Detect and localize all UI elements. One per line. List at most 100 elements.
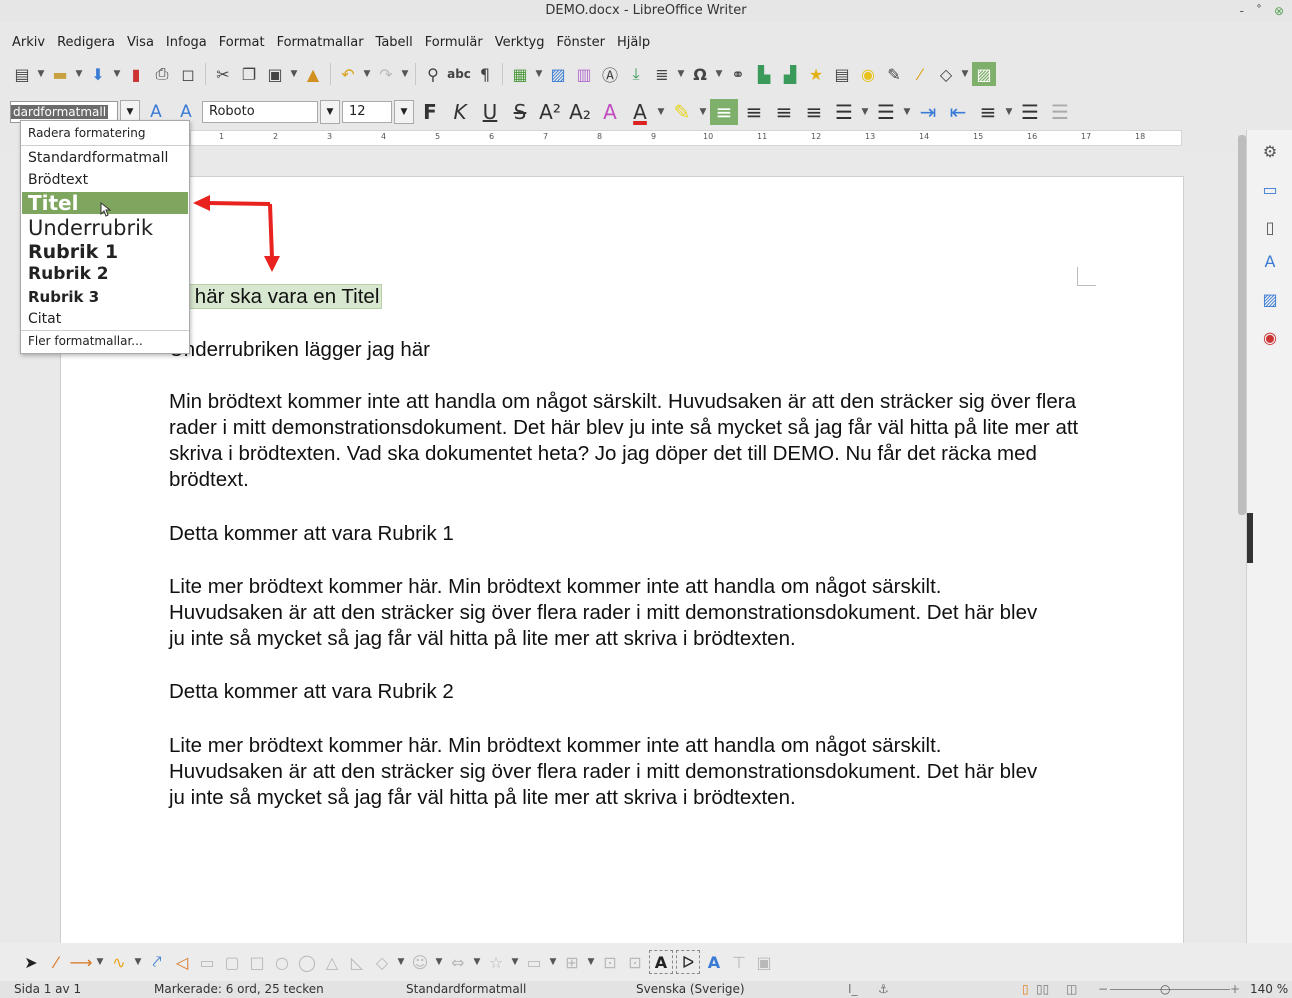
- maximize-button[interactable]: ˚: [1256, 0, 1262, 22]
- justify-icon[interactable]: ≡: [800, 99, 828, 125]
- zoom-out-icon[interactable]: −: [1098, 981, 1108, 998]
- 3d-toggle-icon[interactable]: ▣: [753, 951, 775, 973]
- horizontal-ruler[interactable]: 1 2 3 4 5 6 7 8 9 10 11 12 13 14 15 16 1…: [190, 130, 1182, 146]
- copy-icon[interactable]: ❐: [237, 62, 261, 86]
- triangle-icon[interactable]: △: [321, 951, 343, 973]
- strikethrough-button[interactable]: S: [506, 99, 534, 125]
- right-triangle-icon[interactable]: ◺: [346, 951, 368, 973]
- select-pointer-icon[interactable]: ➤: [20, 951, 42, 973]
- cross-reference-icon[interactable]: ▤: [830, 62, 854, 86]
- book-view-icon[interactable]: ◫: [1066, 981, 1077, 998]
- polygon-icon[interactable]: ◁: [171, 951, 193, 973]
- comment-icon[interactable]: ◉: [856, 62, 880, 86]
- subscript-icon[interactable]: A₂: [566, 99, 594, 125]
- field-dropdown-icon[interactable]: ▼: [676, 62, 686, 86]
- curve-dropdown-icon[interactable]: ▼: [133, 950, 143, 974]
- font-name-dropdown-icon[interactable]: ▼: [320, 100, 340, 124]
- multi-page-view-icon[interactable]: ▯▯: [1036, 981, 1049, 998]
- menu-verktyg[interactable]: Verktyg: [489, 33, 551, 53]
- menu-fonster[interactable]: Fönster: [551, 33, 611, 53]
- body-paragraph-1[interactable]: Min brödtext kommer inte att handla om n…: [169, 389, 1081, 493]
- increase-paragraph-spacing-icon[interactable]: ☰: [1016, 99, 1044, 125]
- underline-button[interactable]: U: [476, 99, 504, 125]
- print-icon[interactable]: ⎙: [150, 62, 174, 86]
- menu-formatmallar[interactable]: Formatmallar: [271, 33, 370, 53]
- clone-formatting-icon[interactable]: ▲: [301, 62, 325, 86]
- font-size-input[interactable]: 12: [342, 101, 392, 123]
- line-tool-icon[interactable]: ⁄: [45, 951, 67, 973]
- ordered-list-dropdown-icon[interactable]: ▼: [902, 100, 912, 124]
- body-paragraph-2[interactable]: Lite mer brödtext kommer här. Min brödte…: [169, 574, 1049, 652]
- formatting-marks-icon[interactable]: ¶: [473, 62, 497, 86]
- unordered-list-dropdown-icon[interactable]: ▼: [860, 100, 870, 124]
- decrease-paragraph-spacing-icon[interactable]: ☰: [1046, 99, 1074, 125]
- basic-shapes-icon[interactable]: ◇: [934, 62, 958, 86]
- flowchart-dropdown-icon[interactable]: ▼: [586, 950, 596, 974]
- extrusion-icon[interactable]: ⊤: [728, 951, 750, 973]
- heading1-paragraph[interactable]: Detta kommer att vara Rubrik 1: [169, 521, 1089, 547]
- page-count[interactable]: Sida 1 av 1: [14, 981, 81, 998]
- document-page[interactable]: et här ska vara en Titel Underrubriken l…: [60, 176, 1184, 943]
- new-dropdown-icon[interactable]: ▼: [36, 62, 46, 86]
- zoom-slider-thumb[interactable]: ○: [1160, 981, 1170, 998]
- special-char-dropdown-icon[interactable]: ▼: [714, 62, 724, 86]
- gallery-icon[interactable]: ▨: [1259, 288, 1281, 310]
- font-color-icon[interactable]: A: [626, 99, 654, 125]
- style-option-body-text[interactable]: Brödtext: [22, 169, 188, 191]
- menu-hjalp[interactable]: Hjälp: [611, 33, 656, 53]
- menu-infoga[interactable]: Infoga: [160, 33, 213, 53]
- decrease-indent-icon[interactable]: ⇤: [944, 99, 972, 125]
- style-option-default[interactable]: Standardformatmall: [22, 147, 188, 169]
- save-icon[interactable]: ⬇: [86, 62, 110, 86]
- smiley-icon[interactable]: ☺: [409, 951, 431, 973]
- styles-icon[interactable]: A: [1259, 250, 1281, 272]
- zoom-in-icon[interactable]: +: [1230, 981, 1240, 998]
- insert-textbox-icon[interactable]: Ⓐ: [598, 62, 622, 86]
- align-right-icon[interactable]: ≡: [770, 99, 798, 125]
- vertical-scrollbar[interactable]: [1238, 135, 1246, 515]
- heading2-paragraph[interactable]: Detta kommer att vara Rubrik 2: [169, 679, 1089, 705]
- menu-tabell[interactable]: Tabell: [370, 33, 419, 53]
- properties-icon[interactable]: ▭: [1259, 178, 1281, 200]
- rounded-rectangle-icon[interactable]: ▢: [221, 951, 243, 973]
- block-arrow-dropdown-icon[interactable]: ▼: [472, 950, 482, 974]
- insert-table-icon[interactable]: ▦: [508, 62, 532, 86]
- connector-icon[interactable]: ⤤: [146, 951, 168, 973]
- minimize-button[interactable]: -: [1240, 0, 1244, 22]
- menu-format[interactable]: Format: [213, 33, 271, 53]
- vertical-text-icon[interactable]: ᐅ: [676, 950, 700, 974]
- shapes-dropdown-icon[interactable]: ▼: [960, 62, 970, 86]
- title-paragraph[interactable]: et här ska vara en Titel: [169, 284, 1089, 310]
- insert-field-icon[interactable]: ≣: [650, 62, 674, 86]
- diamond-icon[interactable]: ◇: [371, 951, 393, 973]
- image-icon[interactable]: ▨: [972, 62, 996, 86]
- undo-icon[interactable]: ↶: [336, 62, 360, 86]
- ellipse-icon[interactable]: ◯: [296, 951, 318, 973]
- bold-button[interactable]: F: [416, 99, 444, 125]
- star-icon[interactable]: ☆: [485, 951, 507, 973]
- page-style[interactable]: Standardformatmall: [406, 981, 526, 998]
- settings-gear-icon[interactable]: ⚙: [1259, 140, 1281, 162]
- print-preview-icon[interactable]: ◻: [176, 62, 200, 86]
- line-spacing-icon[interactable]: ≡: [974, 99, 1002, 125]
- callout-dropdown-icon[interactable]: ▼: [548, 950, 558, 974]
- style-option-title[interactable]: Titel: [22, 192, 188, 214]
- subtitle-paragraph[interactable]: Underrubriken lägger jag här: [169, 337, 1089, 363]
- spelling-icon[interactable]: abc: [447, 62, 471, 86]
- redo-dropdown-icon[interactable]: ▼: [400, 62, 410, 86]
- undo-dropdown-icon[interactable]: ▼: [362, 62, 372, 86]
- menu-visa[interactable]: Visa: [121, 33, 160, 53]
- symbol-dropdown-icon[interactable]: ▼: [434, 950, 444, 974]
- style-option-heading2[interactable]: Rubrik 2: [22, 263, 188, 285]
- insert-image-icon[interactable]: ▨: [546, 62, 570, 86]
- special-character-icon[interactable]: Ω: [688, 62, 712, 86]
- menu-arkiv[interactable]: Arkiv: [0, 33, 51, 53]
- line-spacing-dropdown-icon[interactable]: ▼: [1004, 100, 1014, 124]
- endnote-icon[interactable]: ▟: [778, 62, 802, 86]
- cut-icon[interactable]: ✂: [211, 62, 235, 86]
- open-dropdown-icon[interactable]: ▼: [74, 62, 84, 86]
- callout-icon[interactable]: ▭: [523, 951, 545, 973]
- open-folder-icon[interactable]: ▬: [48, 62, 72, 86]
- insert-chart-icon[interactable]: ▥: [572, 62, 596, 86]
- diamond-dropdown-icon[interactable]: ▼: [396, 950, 406, 974]
